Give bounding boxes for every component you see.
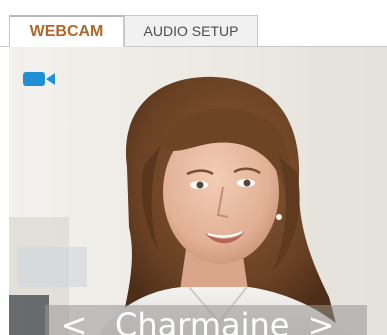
speaker-name: Charmaine (115, 306, 290, 335)
video-camera-icon (23, 72, 55, 86)
tab-audio-setup-label: AUDIO SETUP (143, 23, 239, 39)
webcam-video-preview: < Charmaine > (9, 47, 387, 335)
tab-webcam[interactable]: WEBCAM (9, 15, 124, 47)
webcam-panel: WEBCAM AUDIO SETUP < Charmaine > (0, 0, 387, 335)
speaker-caption: < Charmaine > (45, 305, 367, 335)
webcam-video-image (9, 47, 387, 335)
tab-webcam-label: WEBCAM (29, 23, 104, 40)
tab-audio-setup[interactable]: AUDIO SETUP (124, 15, 258, 46)
tab-bar: WEBCAM AUDIO SETUP (0, 0, 387, 47)
next-speaker-button[interactable]: > (301, 305, 341, 335)
previous-speaker-button[interactable]: < (59, 305, 89, 335)
